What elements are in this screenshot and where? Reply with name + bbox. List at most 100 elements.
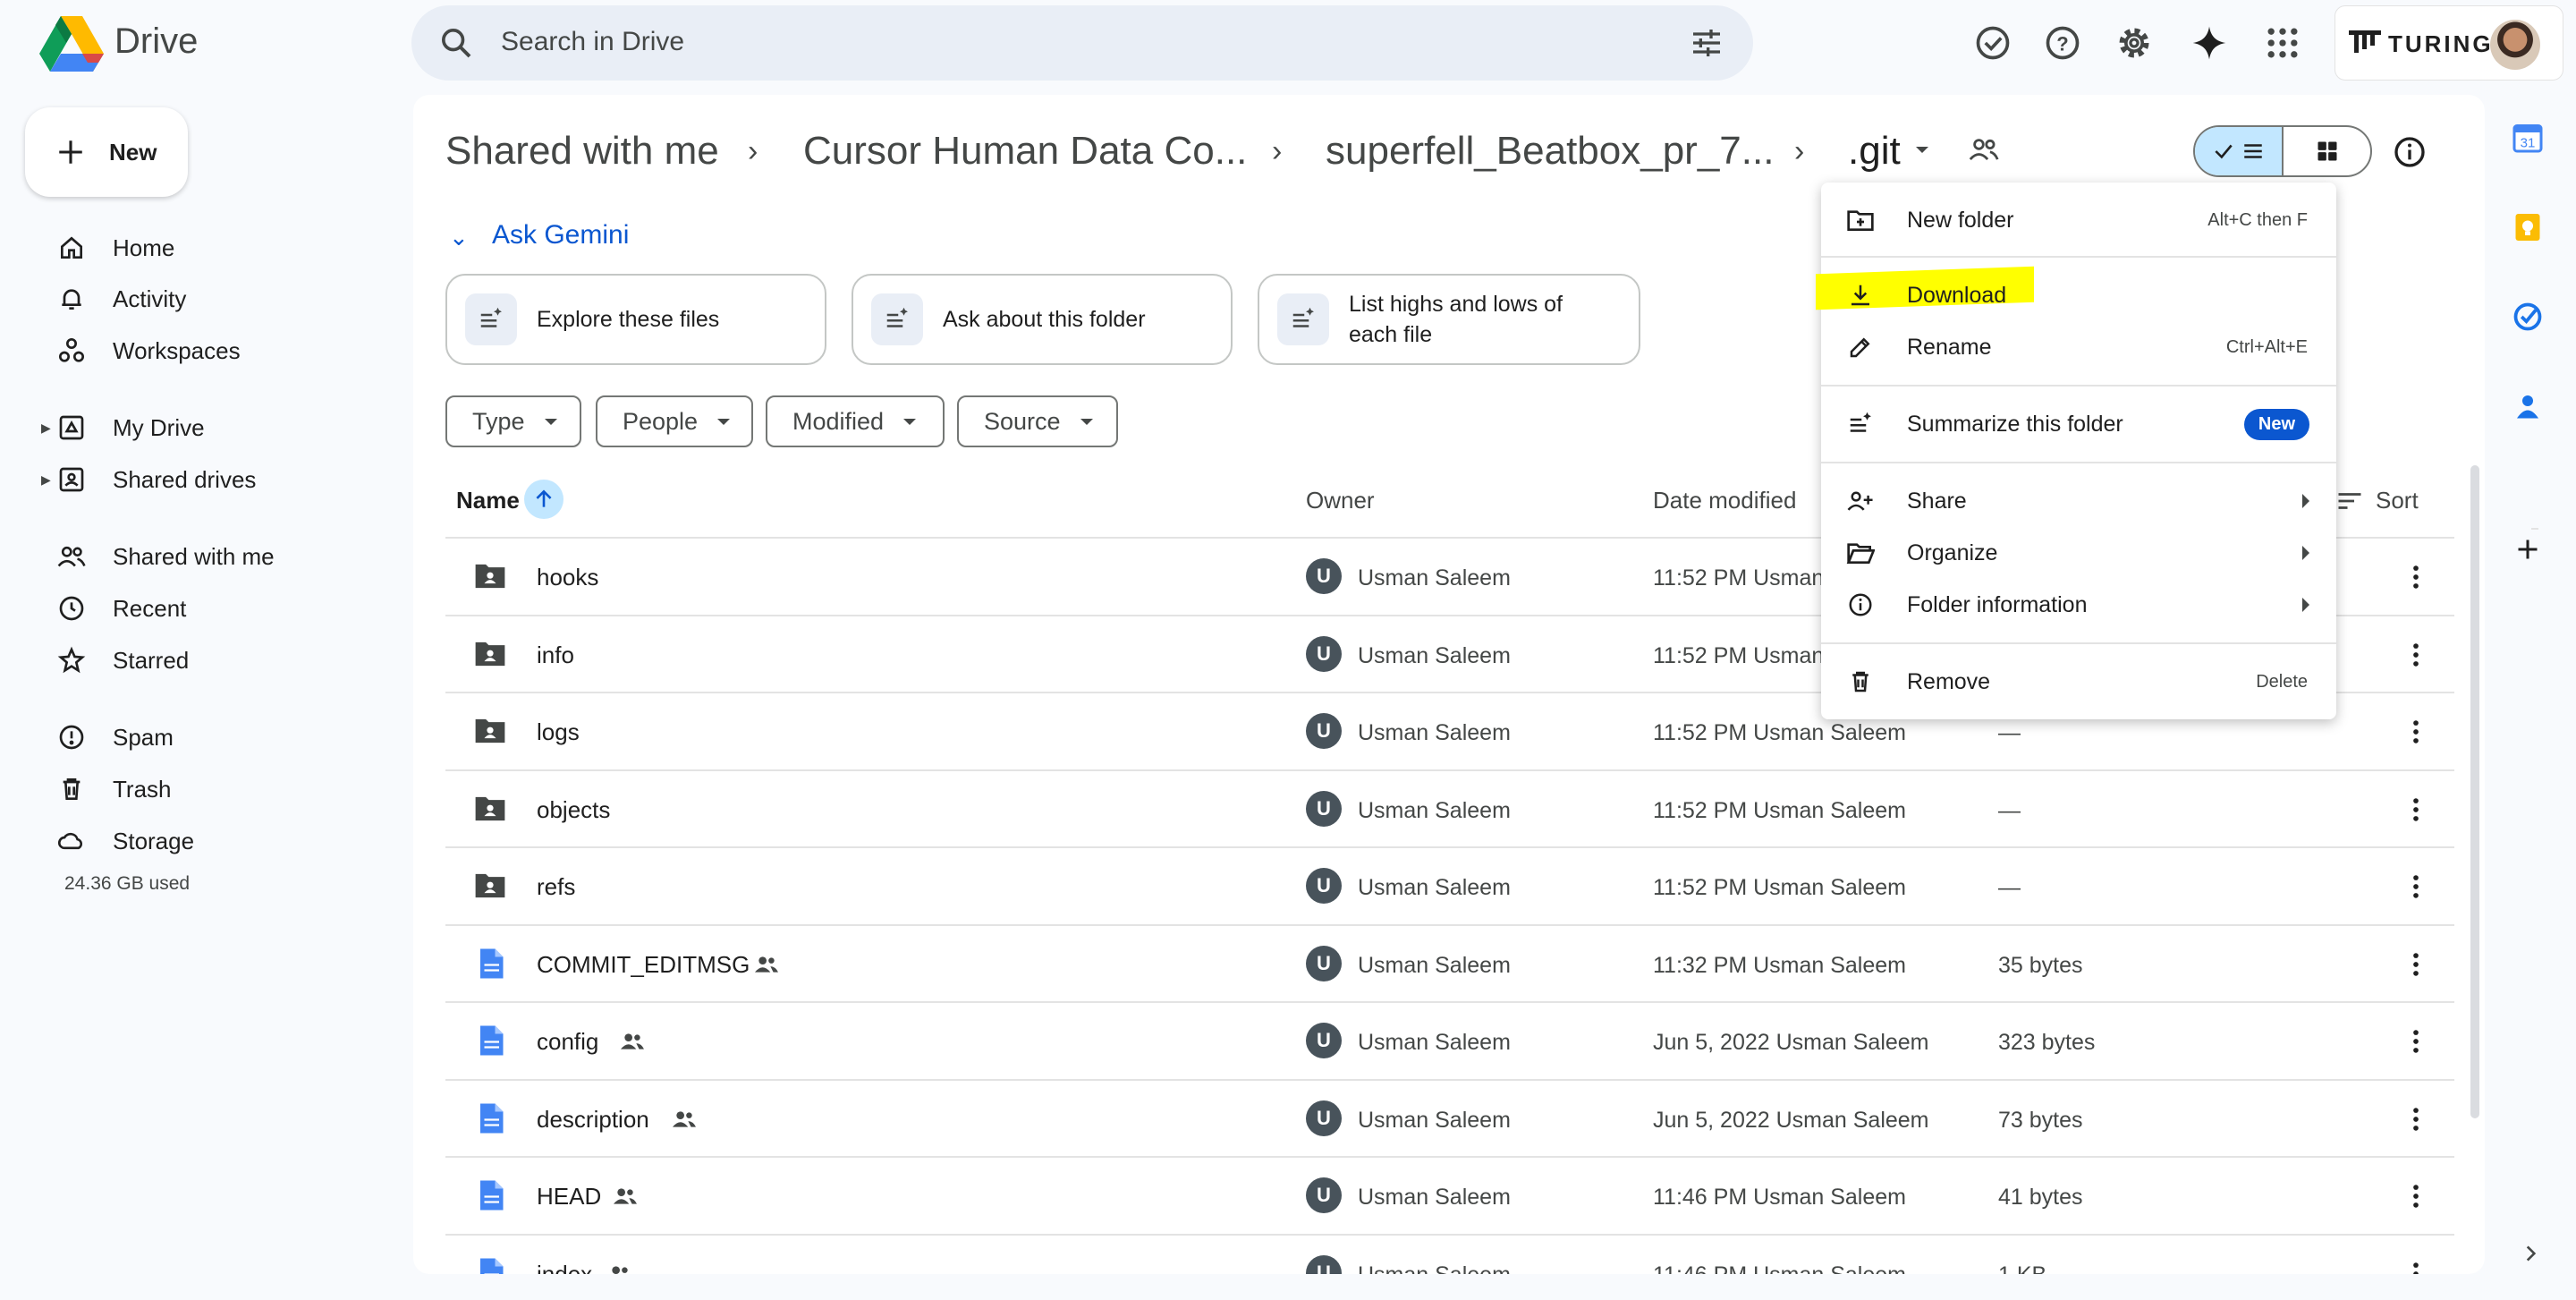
file-name[interactable]: refs: [537, 873, 575, 901]
more-actions-icon[interactable]: [2401, 794, 2431, 825]
menu-item-remove[interactable]: Remove Delete: [1821, 657, 2336, 707]
file-name[interactable]: logs: [537, 718, 580, 746]
chip-list-highs-lows[interactable]: List highs and lows of each file: [1258, 274, 1640, 365]
search-input[interactable]: Search in Drive: [501, 27, 684, 57]
filter-people[interactable]: People: [596, 395, 753, 447]
bottom-clip-mask: [413, 1274, 2488, 1300]
view-toggle: [2193, 125, 2372, 177]
settings-gear-icon[interactable]: [2114, 23, 2154, 63]
apps-grid-icon[interactable]: [2263, 23, 2302, 63]
owner-avatar: U: [1306, 945, 1342, 981]
info-icon[interactable]: [2392, 134, 2428, 170]
table-row[interactable]: config U Usman Saleem Jun 5, 2022 Usman Sal…: [445, 1001, 2454, 1078]
breadcrumb-current-folder[interactable]: .git: [1825, 120, 1952, 183]
filter-modified[interactable]: Modified: [766, 395, 945, 447]
search-icon[interactable]: [438, 25, 474, 61]
folder-menu-caret-icon[interactable]: [1916, 147, 1928, 153]
expand-caret-icon[interactable]: ▶: [41, 421, 51, 436]
contacts-icon[interactable]: [2512, 390, 2549, 428]
user-avatar[interactable]: [2490, 20, 2540, 70]
menu-item-label: Rename: [1907, 334, 1992, 360]
column-header-owner[interactable]: Owner: [1306, 487, 1375, 514]
tasks-icon[interactable]: [2512, 301, 2549, 338]
calendar-icon[interactable]: 31: [2512, 122, 2549, 159]
table-row[interactable]: HEAD U Usman Saleem 11:46 PM Usman Saleem 41…: [445, 1156, 2454, 1233]
expand-panel-chevron-icon[interactable]: [2519, 1242, 2542, 1265]
more-actions-icon[interactable]: [2401, 949, 2431, 980]
sort-button[interactable]: Sort: [2336, 487, 2419, 514]
sidebar-item-home[interactable]: Home: [18, 223, 394, 273]
grid-view-button[interactable]: [2282, 127, 2370, 175]
sort-ascending-icon[interactable]: [524, 480, 564, 519]
menu-item-share[interactable]: Share: [1821, 476, 2336, 526]
menu-item-new-folder[interactable]: New folder Alt+C then F: [1821, 195, 2336, 245]
sidebar-item-spam[interactable]: Spam: [18, 712, 394, 762]
menu-shortcut: Delete: [2256, 671, 2308, 692]
file-name[interactable]: config: [537, 1028, 598, 1056]
chip-ask-folder[interactable]: Ask about this folder: [852, 274, 1233, 365]
more-actions-icon[interactable]: [2401, 1104, 2431, 1134]
sidebar-item-starred[interactable]: Starred: [18, 635, 394, 685]
filter-source[interactable]: Source: [957, 395, 1118, 447]
sidebar-item-shared-with-me[interactable]: Shared with me: [18, 531, 394, 582]
sidebar-item-recent[interactable]: Recent: [18, 583, 394, 633]
search-options-icon[interactable]: [1689, 25, 1724, 61]
sidebar-item-shared-drives[interactable]: ▶ Shared drives: [18, 455, 394, 505]
table-row[interactable]: refs U Usman Saleem 11:52 PM Usman Saleem —: [445, 846, 2454, 923]
menu-item-summarize[interactable]: Summarize this folder New: [1821, 399, 2336, 449]
new-button[interactable]: New: [25, 107, 188, 197]
more-actions-icon[interactable]: [2401, 717, 2431, 747]
more-actions-icon[interactable]: [2401, 1181, 2431, 1211]
file-name[interactable]: HEAD: [537, 1183, 601, 1211]
help-icon[interactable]: ?: [2043, 23, 2082, 63]
column-header-name[interactable]: Name: [456, 487, 520, 514]
file-name[interactable]: COMMIT_EDITMSG: [537, 951, 750, 979]
menu-item-rename[interactable]: Rename Ctrl+Alt+E: [1821, 322, 2336, 372]
drive-icon: [54, 413, 89, 442]
column-header-date-modified[interactable]: Date modified: [1653, 487, 1796, 514]
owner-name: Usman Saleem: [1358, 797, 1511, 823]
sidebar-item-my-drive[interactable]: ▶ My Drive: [18, 403, 394, 453]
sidebar-item-storage[interactable]: Storage: [18, 816, 394, 866]
breadcrumb-cursor-folder[interactable]: Cursor Human Data Co...: [803, 129, 1247, 174]
drive-logo-icon[interactable]: [39, 16, 104, 72]
add-addon-icon[interactable]: [2512, 533, 2549, 571]
file-name[interactable]: hooks: [537, 564, 598, 591]
expand-caret-icon[interactable]: ▶: [41, 472, 51, 488]
breadcrumb-shared-with-me[interactable]: Shared with me: [445, 129, 719, 174]
scrollbar[interactable]: [2470, 465, 2479, 1118]
more-actions-icon[interactable]: [2401, 1026, 2431, 1057]
more-actions-icon[interactable]: [2401, 640, 2431, 670]
menu-item-folder-information[interactable]: Folder information: [1821, 580, 2336, 630]
sidebar-item-activity[interactable]: Activity: [18, 274, 394, 324]
file-name[interactable]: objects: [537, 796, 610, 824]
table-row[interactable]: objects U Usman Saleem 11:52 PM Usman Salee…: [445, 769, 2454, 846]
sidebar-item-workspaces[interactable]: Workspaces: [18, 326, 394, 376]
table-row[interactable]: COMMIT_EDITMSG U Usman Saleem 11:32 PM Usma…: [445, 923, 2454, 1001]
file-size: —: [1998, 797, 2021, 823]
collapse-chevron-icon[interactable]: ⌄: [449, 224, 469, 251]
new-badge: New: [2243, 408, 2309, 440]
more-actions-icon[interactable]: [2401, 562, 2431, 592]
keep-icon[interactable]: [2512, 211, 2549, 249]
file-name[interactable]: info: [537, 642, 574, 669]
shared-people-icon[interactable]: [1968, 134, 2000, 165]
more-actions-icon[interactable]: [2401, 871, 2431, 902]
sidebar-item-trash[interactable]: Trash: [18, 764, 394, 814]
menu-item-download[interactable]: Download: [1821, 270, 2336, 320]
filter-type[interactable]: Type: [445, 395, 581, 447]
ask-gemini-header[interactable]: Ask Gemini: [492, 220, 629, 251]
menu-item-label: Download: [1907, 282, 2007, 308]
chip-explore-files[interactable]: Explore these files: [445, 274, 826, 365]
table-row[interactable]: description U Usman Saleem Jun 5, 2022 Usma…: [445, 1078, 2454, 1156]
document-file-icon: [478, 1024, 504, 1057]
file-size: 35 bytes: [1998, 952, 2083, 978]
check-icon: [2212, 140, 2235, 163]
file-name[interactable]: description: [537, 1106, 649, 1134]
breadcrumb-beatbox-folder[interactable]: superfell_Beatbox_pr_7...: [1326, 129, 1774, 174]
list-view-button[interactable]: [2195, 127, 2282, 175]
menu-item-organize[interactable]: Organize: [1821, 528, 2336, 578]
sidebar-item-label: Starred: [113, 646, 190, 674]
offline-status-icon[interactable]: [1973, 23, 2012, 63]
gemini-sparkle-icon[interactable]: [2190, 23, 2229, 63]
